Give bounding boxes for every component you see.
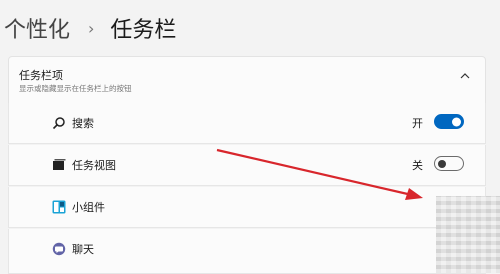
taskbar-item-search[interactable]: 搜索 开 <box>8 103 486 144</box>
toggle-state-search: 开 <box>412 117 423 130</box>
breadcrumb-parent-personalization[interactable]: 个性化 <box>4 12 70 44</box>
watermark-mosaic <box>436 196 500 273</box>
chat-icon <box>52 242 66 256</box>
breadcrumb: 个性化 › 任务栏 <box>4 10 176 46</box>
search-toggle[interactable] <box>434 114 464 129</box>
task-view-toggle[interactable] <box>434 156 464 171</box>
page-title: 任务栏 <box>110 18 177 43</box>
item-label-widgets: 小组件 <box>72 201 105 214</box>
toggle-knob <box>438 159 446 168</box>
item-label-chat: 聊天 <box>72 243 94 256</box>
task-view-icon <box>53 159 66 170</box>
taskbar-items-section-header[interactable]: 任务栏项 显示或隐藏显示在任务栏上的按钮 <box>8 56 486 104</box>
toggle-state-task-view: 关 <box>412 159 423 172</box>
widgets-icon <box>52 200 66 214</box>
chevron-up-icon[interactable] <box>459 70 471 82</box>
item-label-search: 搜索 <box>72 117 94 130</box>
search-icon <box>52 117 65 130</box>
breadcrumb-separator: › <box>88 18 95 38</box>
taskbar-item-task-view[interactable]: 任务视图 关 <box>8 145 486 186</box>
section-title: 任务栏项 <box>19 69 63 82</box>
taskbar-item-chat[interactable]: 聊天 <box>8 229 486 274</box>
toggle-knob <box>452 117 461 126</box>
taskbar-item-widgets[interactable]: 小组件 <box>8 187 486 228</box>
section-subtitle: 显示或隐藏显示在任务栏上的按钮 <box>19 84 132 93</box>
item-label-task-view: 任务视图 <box>72 159 116 172</box>
